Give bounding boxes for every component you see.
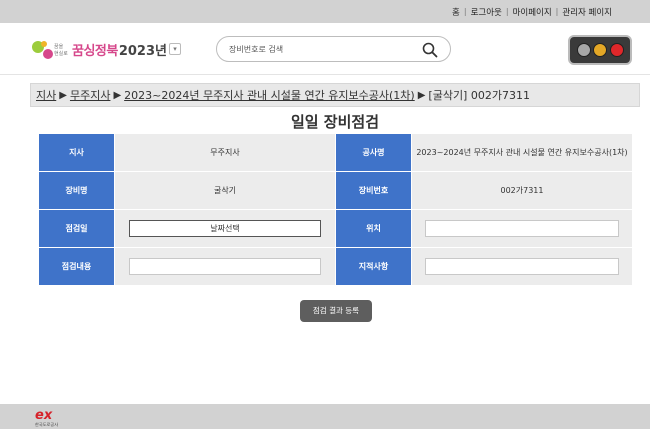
logo-brand-text: 꿈싱정북 xyxy=(72,43,118,59)
traffic-light-icon xyxy=(568,35,632,65)
top-nav: 홈 | 로그아웃 | 마이페이지 | 관리자 페이지 xyxy=(452,6,612,18)
traffic-light-red xyxy=(609,43,624,57)
home-link[interactable]: 홈 xyxy=(452,6,460,18)
location-input[interactable] xyxy=(425,220,619,237)
footer: ex 한국도로공사 xyxy=(0,404,650,429)
admin-page-link[interactable]: 관리자 페이지 xyxy=(562,6,612,18)
inspection-form: 지사 무주지사 공사명 2023~2024년 무주지사 관내 시설물 연간 유지… xyxy=(38,133,633,286)
submit-inspection-button[interactable]: 점검 결과 등록 xyxy=(300,300,372,322)
breadcrumb-project[interactable]: 2023~2024년 무주지사 관내 시설물 연간 유지보수공사(1차) xyxy=(124,87,415,103)
inspection-date-cell: 날짜선택 xyxy=(114,209,336,248)
breadcrumb: 지사 ▶ 무주지사 ▶ 2023~2024년 무주지사 관내 시설물 연간 유지… xyxy=(30,83,640,107)
form-row: 점검일 날짜선택 위치 xyxy=(38,209,633,248)
site-logo[interactable]: 꿈을 현실로 꿈싱정북 2023년 ▾ xyxy=(30,37,181,61)
remarks-cell xyxy=(411,247,633,286)
expressway-logo-icon: ex 한국도로공사 xyxy=(35,408,58,428)
equipment-name-label: 장비명 xyxy=(38,171,115,210)
top-nav-bar: 홈 | 로그아웃 | 마이페이지 | 관리자 페이지 xyxy=(0,0,650,23)
inspection-date-label: 점검일 xyxy=(38,209,115,248)
inspection-content-label: 점검내용 xyxy=(38,247,115,286)
breadcrumb-current: [굴삭기] 002가7311 xyxy=(428,89,530,102)
inspection-content-cell xyxy=(114,247,336,286)
search-box xyxy=(216,36,451,62)
page-title: 일일 장비점검 xyxy=(290,113,380,131)
header: 꿈을 현실로 꿈싱정북 2023년 ▾ xyxy=(0,23,650,75)
svg-text:꿈을: 꿈을 xyxy=(54,44,64,50)
breadcrumb-arrow-icon: ▶ xyxy=(417,89,426,101)
remarks-label: 지적사항 xyxy=(335,247,412,286)
branch-label: 지사 xyxy=(38,133,115,172)
logout-link[interactable]: 로그아웃 xyxy=(471,6,502,18)
search-icon[interactable] xyxy=(422,42,438,58)
traffic-light-yellow xyxy=(593,43,607,57)
branch-value: 무주지사 xyxy=(114,133,336,172)
date-select-button[interactable]: 날짜선택 xyxy=(129,220,321,237)
nav-separator: | xyxy=(463,7,467,16)
location-cell xyxy=(411,209,633,248)
breadcrumb-branch[interactable]: 지사 xyxy=(36,87,56,103)
mypage-link[interactable]: 마이페이지 xyxy=(513,6,552,18)
logo-leaf-icon: 꿈을 현실로 xyxy=(32,41,68,59)
breadcrumb-subbranch[interactable]: 무주지사 xyxy=(70,87,110,103)
project-value: 2023~2024년 무주지사 관내 시설물 연간 유지보수공사(1차) xyxy=(411,133,633,172)
form-row: 장비명 굴삭기 장비번호 002가7311 xyxy=(38,171,633,210)
location-label: 위치 xyxy=(335,209,412,248)
remarks-input[interactable] xyxy=(425,258,619,275)
form-row: 지사 무주지사 공사명 2023~2024년 무주지사 관내 시설물 연간 유지… xyxy=(38,133,633,172)
breadcrumb-arrow-icon: ▶ xyxy=(113,89,122,101)
equipment-name-value: 굴삭기 xyxy=(114,171,336,210)
equipment-number-value: 002가7311 xyxy=(411,171,633,210)
search-input[interactable] xyxy=(229,42,419,57)
equipment-number-label: 장비번호 xyxy=(335,171,412,210)
form-row: 점검내용 지적사항 xyxy=(38,247,633,286)
svg-text:현실로: 현실로 xyxy=(54,50,68,57)
breadcrumb-arrow-icon: ▶ xyxy=(59,89,67,101)
nav-separator: | xyxy=(555,7,559,16)
svg-text:한국도로공사: 한국도로공사 xyxy=(35,421,58,428)
inspection-content-input[interactable] xyxy=(129,258,321,275)
logo-year-text: 2023년 xyxy=(118,43,167,59)
svg-text:ex: ex xyxy=(35,408,53,423)
traffic-light-gray xyxy=(576,43,591,57)
project-label: 공사명 xyxy=(335,133,412,172)
nav-separator: | xyxy=(505,7,509,16)
year-dropdown-icon[interactable]: ▾ xyxy=(169,43,181,55)
